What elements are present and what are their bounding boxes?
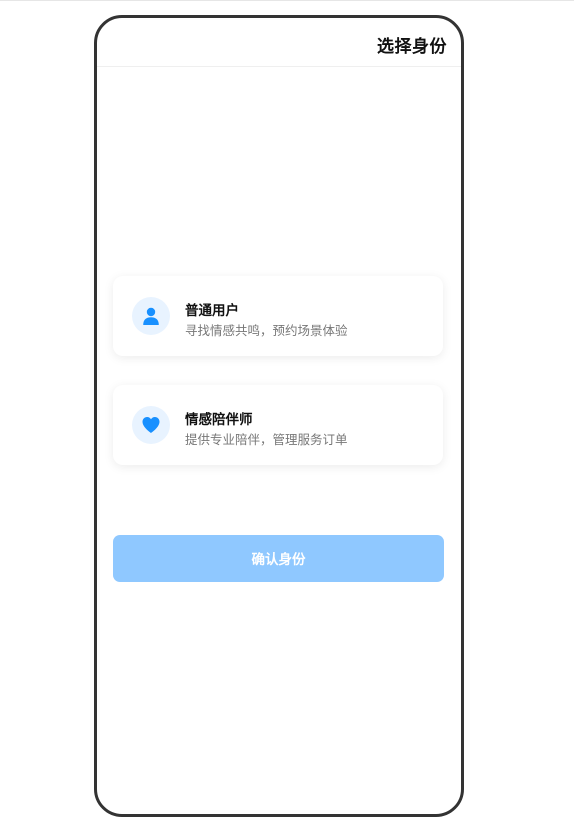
role-icon-badge — [132, 406, 170, 444]
role-card-title: 普通用户 — [185, 303, 239, 319]
page-top-divider — [0, 0, 574, 1]
page-title: 选择身份 — [377, 37, 447, 57]
role-icon-badge — [132, 297, 170, 335]
heart-icon — [142, 417, 160, 433]
role-card-description: 提供专业陪伴，管理服务订单 — [185, 432, 348, 447]
phone-frame: 选择身份 普通用户 寻找情感共鸣，预约场景体验 情感陪伴师 提供专业陪伴，管理服… — [94, 15, 464, 817]
header-bar: 选择身份 — [97, 18, 461, 67]
user-icon — [143, 307, 159, 325]
role-card-description: 寻找情感共鸣，预约场景体验 — [185, 323, 348, 338]
role-card-regular-user[interactable]: 普通用户 寻找情感共鸣，预约场景体验 — [113, 276, 443, 356]
role-card-title: 情感陪伴师 — [185, 412, 253, 428]
role-card-companion[interactable]: 情感陪伴师 提供专业陪伴，管理服务订单 — [113, 385, 443, 465]
confirm-identity-button[interactable]: 确认身份 — [113, 535, 444, 582]
